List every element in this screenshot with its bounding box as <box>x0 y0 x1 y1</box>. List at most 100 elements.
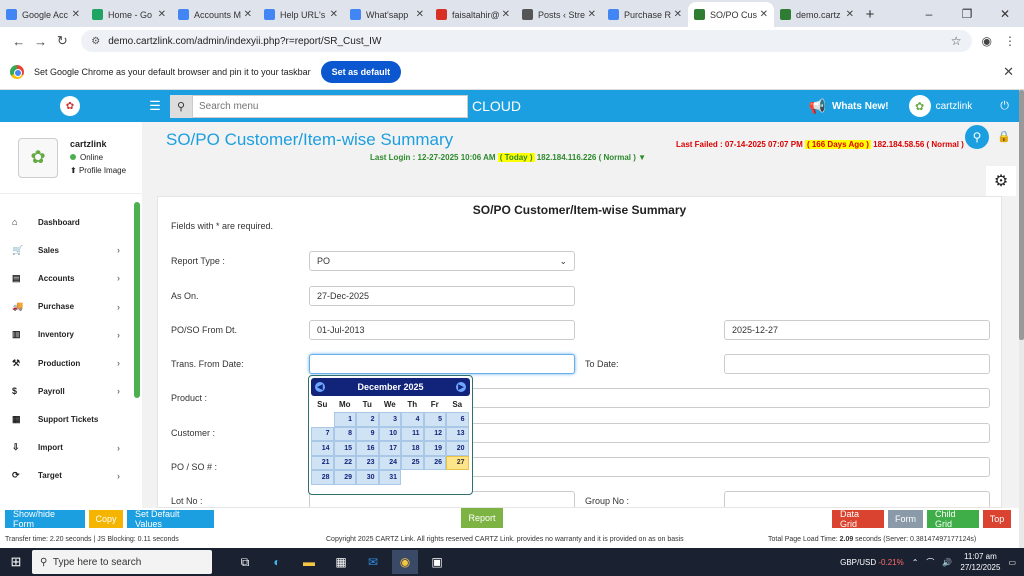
currency-ticker[interactable]: GBP/USD -0.21% <box>840 558 904 567</box>
browser-tab[interactable]: demo.cartz ✕ <box>774 2 860 27</box>
reload-icon[interactable]: ↻ <box>52 33 74 49</box>
browser-tab[interactable]: Google Acc ✕ <box>0 2 86 27</box>
datepicker-day[interactable]: 28 <box>311 470 334 485</box>
datepicker-day[interactable]: 25 <box>401 455 424 470</box>
network-icon[interactable]: ⌒ <box>926 557 934 568</box>
app-logo[interactable]: ✿ <box>0 90 140 122</box>
hamburger-menu-icon[interactable]: ☰ <box>140 98 170 114</box>
sidebar-scrollbar[interactable] <box>134 202 140 398</box>
datepicker-day[interactable]: 30 <box>356 470 379 485</box>
user-menu[interactable]: ✿ cartzlink <box>908 95 972 117</box>
task-view-icon[interactable]: ⧉ <box>232 550 258 574</box>
profile-icon[interactable]: ◉ <box>982 34 992 48</box>
scrollbar-thumb[interactable] <box>1019 90 1024 340</box>
close-tab-icon[interactable]: ✕ <box>502 9 510 20</box>
sidebar-item-sales[interactable]: 🛒 Sales › <box>0 236 134 264</box>
url-field[interactable]: ⚙ demo.cartzlink.com/admin/indexyii.php?… <box>81 30 972 52</box>
sidebar-item-target[interactable]: ⟳ Target › <box>0 462 134 490</box>
browser-tab[interactable]: Help URL's ✕ <box>258 2 344 27</box>
browser-tab[interactable]: Home - Go ✕ <box>86 2 172 27</box>
copy-button[interactable]: Copy <box>89 510 123 528</box>
browser-tab[interactable]: SO/PO Cust ✕ <box>688 2 774 27</box>
set-default-values-button[interactable]: Set Default Values <box>127 509 214 529</box>
to-dt-input[interactable]: 2025-12-27 <box>724 320 990 340</box>
datepicker-day[interactable]: 14 <box>311 441 334 456</box>
datepicker-day[interactable]: 31 <box>378 470 401 485</box>
datepicker-day[interactable]: 6 <box>446 412 469 427</box>
site-info-icon[interactable]: ⚙ <box>91 36 100 47</box>
sidebar-item-production[interactable]: ⚒ Production › <box>0 349 134 377</box>
close-tab-icon[interactable]: ✕ <box>416 9 424 20</box>
close-tab-icon[interactable]: ✕ <box>330 9 338 20</box>
sidebar-item-payroll[interactable]: $ Payroll › <box>0 377 134 405</box>
app-taskbar-icon[interactable]: ▣ <box>424 550 450 574</box>
show-hide-form-button[interactable]: Show/hide Form <box>5 509 85 529</box>
datepicker-day[interactable]: 13 <box>446 426 469 441</box>
datepicker-day[interactable]: 17 <box>378 441 401 456</box>
datepicker-day[interactable]: 16 <box>356 441 379 456</box>
datepicker-day[interactable]: 18 <box>401 441 424 456</box>
clock[interactable]: 11:07 am 27/12/2025 <box>960 551 1000 573</box>
child-grid-button[interactable]: Child Grid <box>927 509 979 529</box>
group-no-input[interactable] <box>724 491 990 507</box>
chrome-taskbar-icon[interactable]: ◉ <box>392 550 418 574</box>
taskbar-search[interactable]: ⚲ Type here to search <box>32 550 212 574</box>
back-icon[interactable]: ← <box>8 34 30 49</box>
datepicker-day[interactable]: 11 <box>401 426 424 441</box>
store-icon[interactable]: ▦ <box>328 550 354 574</box>
report-type-select[interactable]: PO ⌄ <box>309 251 575 271</box>
close-window-icon[interactable]: ✕ <box>986 7 1024 21</box>
datepicker-day[interactable]: 2 <box>356 412 379 427</box>
browser-menu-icon[interactable]: ⋮ <box>1004 34 1016 48</box>
datepicker-day[interactable]: 4 <box>401 412 424 427</box>
page-scrollbar[interactable] <box>1019 90 1024 548</box>
set-default-button[interactable]: Set as default <box>320 61 402 83</box>
search-icon[interactable]: ⚲ <box>170 94 192 118</box>
browser-tab[interactable]: faisaltahir@ ✕ <box>430 2 516 27</box>
sidebar-item-dashboard[interactable]: ⌂ Dashboard <box>0 208 134 236</box>
to-date-input[interactable] <box>724 354 990 374</box>
file-explorer-icon[interactable]: ▬ <box>296 550 322 574</box>
restore-icon[interactable]: ❐ <box>948 7 986 21</box>
close-tab-icon[interactable]: ✕ <box>588 9 596 20</box>
datepicker-day[interactable]: 24 <box>378 455 401 470</box>
datepicker-day[interactable]: 3 <box>378 412 401 427</box>
search-menu-input[interactable] <box>192 94 468 118</box>
browser-tab[interactable]: What'sapp ✕ <box>344 2 430 27</box>
browser-tab[interactable]: Purchase Re✕ <box>602 2 688 27</box>
minimize-icon[interactable]: – <box>910 7 948 21</box>
datepicker-day[interactable]: 20 <box>446 441 469 456</box>
new-tab-button[interactable]: + <box>860 2 880 27</box>
power-icon[interactable]: ⏻ <box>1000 100 1009 113</box>
sidebar-item-purchase[interactable]: 🚚 Purchase › <box>0 293 134 321</box>
datepicker-day[interactable]: 22 <box>333 455 356 470</box>
edge-icon[interactable]: ◐ <box>264 550 290 574</box>
datepicker-day[interactable]: 26 <box>423 455 446 470</box>
trans-from-input[interactable] <box>309 354 575 374</box>
sidebar-item-support-tickets[interactable]: ▦ Support Tickets <box>0 405 134 433</box>
datepicker-day[interactable]: 8 <box>333 426 356 441</box>
close-tab-icon[interactable]: ✕ <box>72 9 80 20</box>
search-button-icon[interactable]: ⚲ <box>965 125 989 149</box>
volume-icon[interactable]: 🔊 <box>942 558 952 567</box>
datepicker-day[interactable]: 10 <box>378 426 401 441</box>
close-tab-icon[interactable]: ✕ <box>158 9 166 20</box>
next-month-icon[interactable]: ▶ <box>455 382 466 392</box>
close-tab-icon[interactable]: ✕ <box>244 9 252 20</box>
datepicker-day[interactable]: 12 <box>423 426 446 441</box>
sidebar-item-inventory[interactable]: ▥ Inventory › <box>0 321 134 349</box>
datepicker-day[interactable]: 27 <box>446 455 469 470</box>
datepicker-day[interactable]: 1 <box>333 412 356 427</box>
close-infobar-icon[interactable]: ✕ <box>1003 64 1014 80</box>
top-button[interactable]: Top <box>983 510 1011 528</box>
outlook-icon[interactable]: ✉ <box>360 550 386 574</box>
browser-tab[interactable]: Posts ‹ Stre ✕ <box>516 2 602 27</box>
prev-month-icon[interactable]: ◀ <box>315 382 325 392</box>
from-dt-input[interactable]: 01-Jul-2013 <box>309 320 575 340</box>
datepicker-day[interactable]: 21 <box>311 455 334 470</box>
datepicker-day[interactable]: 15 <box>333 441 356 456</box>
windows-start-icon[interactable]: ⊞ <box>0 554 32 570</box>
data-grid-button[interactable]: Data Grid <box>832 509 884 529</box>
whats-new-link[interactable]: 📢 Whats New! <box>809 98 889 115</box>
sidebar-item-accounts[interactable]: ▤ Accounts › <box>0 264 134 292</box>
